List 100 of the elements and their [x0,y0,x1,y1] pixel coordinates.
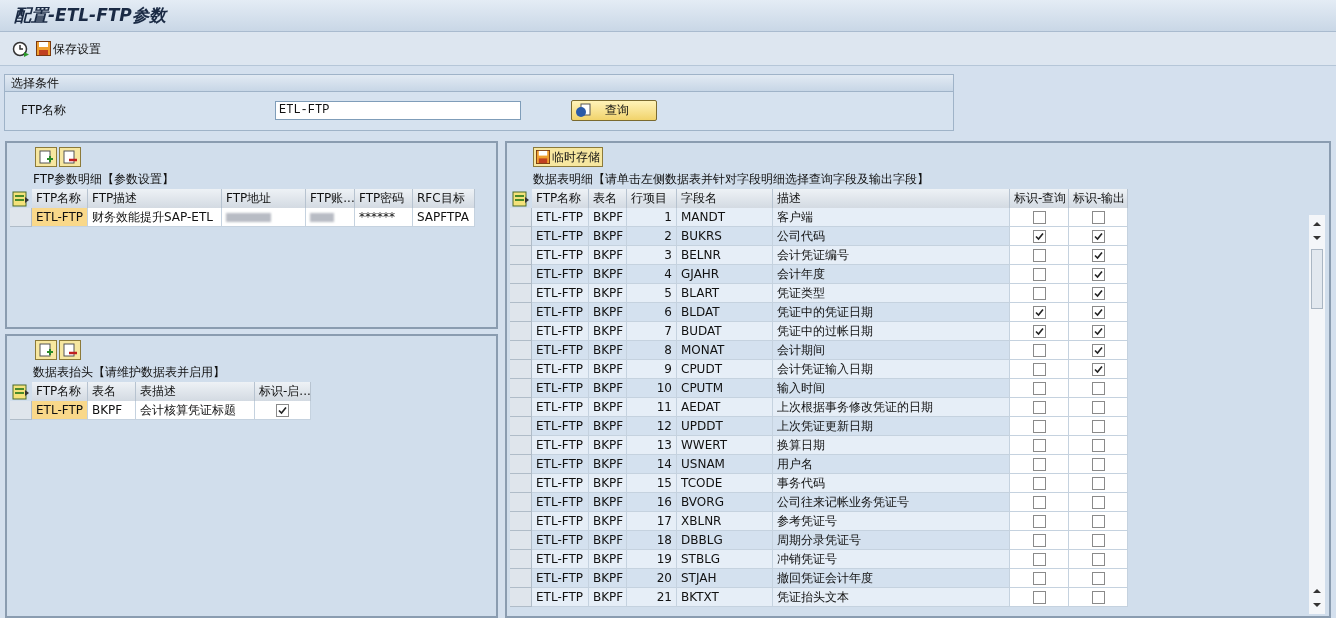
table-cell: 凭证中的过帐日期 [773,322,1010,341]
checkbox[interactable] [1091,457,1105,471]
column-header[interactable]: 表名 [589,189,627,208]
scroll-thumb[interactable] [1311,249,1323,309]
column-header[interactable]: FTP名称 [32,189,88,208]
column-header[interactable]: 标识-启... [255,382,311,401]
checkbox[interactable] [1091,210,1105,224]
table-cell: BKPF [589,303,627,322]
checkbox[interactable] [1032,552,1046,566]
table-cell: BKPF [589,493,627,512]
checkbox[interactable] [1091,343,1105,357]
table-settings-icon[interactable] [512,190,530,207]
query-button[interactable]: 查询 [571,99,657,121]
checkbox[interactable] [1032,343,1046,357]
checkbox[interactable] [1091,419,1105,433]
checkbox[interactable] [1091,248,1105,262]
checkbox[interactable] [1032,514,1046,528]
column-header[interactable]: 表描述 [136,382,255,401]
table-cell: BKPF [88,401,136,420]
table-cell: 会计凭证编号 [773,246,1010,265]
column-header[interactable]: 字段名 [677,189,773,208]
page-up-icon[interactable] [1312,586,1322,596]
table-cell: ETL-FTP [532,493,589,512]
table-cell: BELNR [677,246,773,265]
checkbox[interactable] [1032,476,1046,490]
table-cell: 换算日期 [773,436,1010,455]
table-cell: 凭证抬头文本 [773,588,1010,607]
ftp-name-field[interactable]: ETL-FTP [275,100,521,120]
table-cell: 10 [627,379,677,398]
vertical-scrollbar[interactable] [1309,215,1325,614]
table-cell: BKPF [589,588,627,607]
checkbox[interactable] [1091,381,1105,395]
add-row-icon [39,150,53,164]
checkbox[interactable] [1032,267,1046,281]
checkbox[interactable] [1032,381,1046,395]
checkbox[interactable] [1091,362,1105,376]
page-down-icon[interactable] [1312,600,1322,610]
checkbox[interactable] [1032,305,1046,319]
table-settings-icon[interactable] [12,190,30,207]
checkbox[interactable] [1032,438,1046,452]
checkbox[interactable] [1091,305,1105,319]
checkbox[interactable] [1091,514,1105,528]
checkbox[interactable] [1032,495,1046,509]
table-cell: BKPF [589,246,627,265]
execute-clock-icon[interactable] [12,39,30,58]
table-cell: 用户名 [773,455,1010,474]
checkbox[interactable] [276,403,289,417]
checkbox[interactable] [1091,590,1105,604]
table-cell: BKPF [589,360,627,379]
checkbox[interactable] [1032,229,1046,243]
checkbox[interactable] [1091,476,1105,490]
checkbox[interactable] [1032,248,1046,262]
checkbox[interactable] [1032,210,1046,224]
column-header[interactable]: 标识-查询 [1010,189,1069,208]
column-header[interactable]: FTP名称 [532,189,589,208]
delete-row-button[interactable] [59,147,81,167]
checkbox[interactable] [1091,552,1105,566]
table-settings-icon[interactable] [12,383,30,400]
checkbox[interactable] [1032,533,1046,547]
table-cell: CPUDT [677,360,773,379]
column-header[interactable]: 行项目 [627,189,677,208]
checkbox[interactable] [1032,324,1046,338]
column-header[interactable]: FTP账... [306,189,355,208]
scroll-down-icon[interactable] [1312,233,1322,243]
checkbox[interactable] [1091,495,1105,509]
table-cell: ETL-FTP [532,341,589,360]
save-settings-button[interactable]: 保存设置 [36,39,101,58]
column-header[interactable]: 描述 [773,189,1010,208]
delete-row-button[interactable] [59,340,81,360]
column-header[interactable]: FTP密码 [355,189,413,208]
column-header[interactable]: 表名 [88,382,136,401]
temporary-save-button[interactable]: 临时存储 [533,147,603,167]
column-header[interactable]: FTP描述 [88,189,222,208]
add-row-button[interactable] [35,340,57,360]
table-cell: BKPF [589,341,627,360]
checkbox[interactable] [1091,438,1105,452]
checkbox[interactable] [1091,324,1105,338]
panel-title: 数据表明细【请单击左侧数据表并针对字段明细选择查询字段及输出字段】 [532,171,930,188]
checkbox[interactable] [1091,267,1105,281]
table-cell: CPUTM [677,379,773,398]
checkbox[interactable] [1091,229,1105,243]
table-cell: ETL-FTP [532,512,589,531]
column-header[interactable]: 标识-输出 [1069,189,1128,208]
column-header[interactable]: FTP地址 [222,189,306,208]
checkbox[interactable] [1091,533,1105,547]
column-header[interactable]: RFC目标 [413,189,475,208]
checkbox[interactable] [1091,571,1105,585]
checkbox[interactable] [1091,286,1105,300]
checkbox[interactable] [1032,362,1046,376]
scroll-up-icon[interactable] [1312,219,1322,229]
checkbox[interactable] [1032,571,1046,585]
checkbox[interactable] [1032,400,1046,414]
checkbox[interactable] [1032,419,1046,433]
add-row-button[interactable] [35,147,57,167]
checkbox[interactable] [1032,286,1046,300]
column-header[interactable]: FTP名称 [32,382,88,401]
checkbox[interactable] [1032,457,1046,471]
checkbox[interactable] [1091,400,1105,414]
table-cell: 会计期间 [773,341,1010,360]
checkbox[interactable] [1032,590,1046,604]
